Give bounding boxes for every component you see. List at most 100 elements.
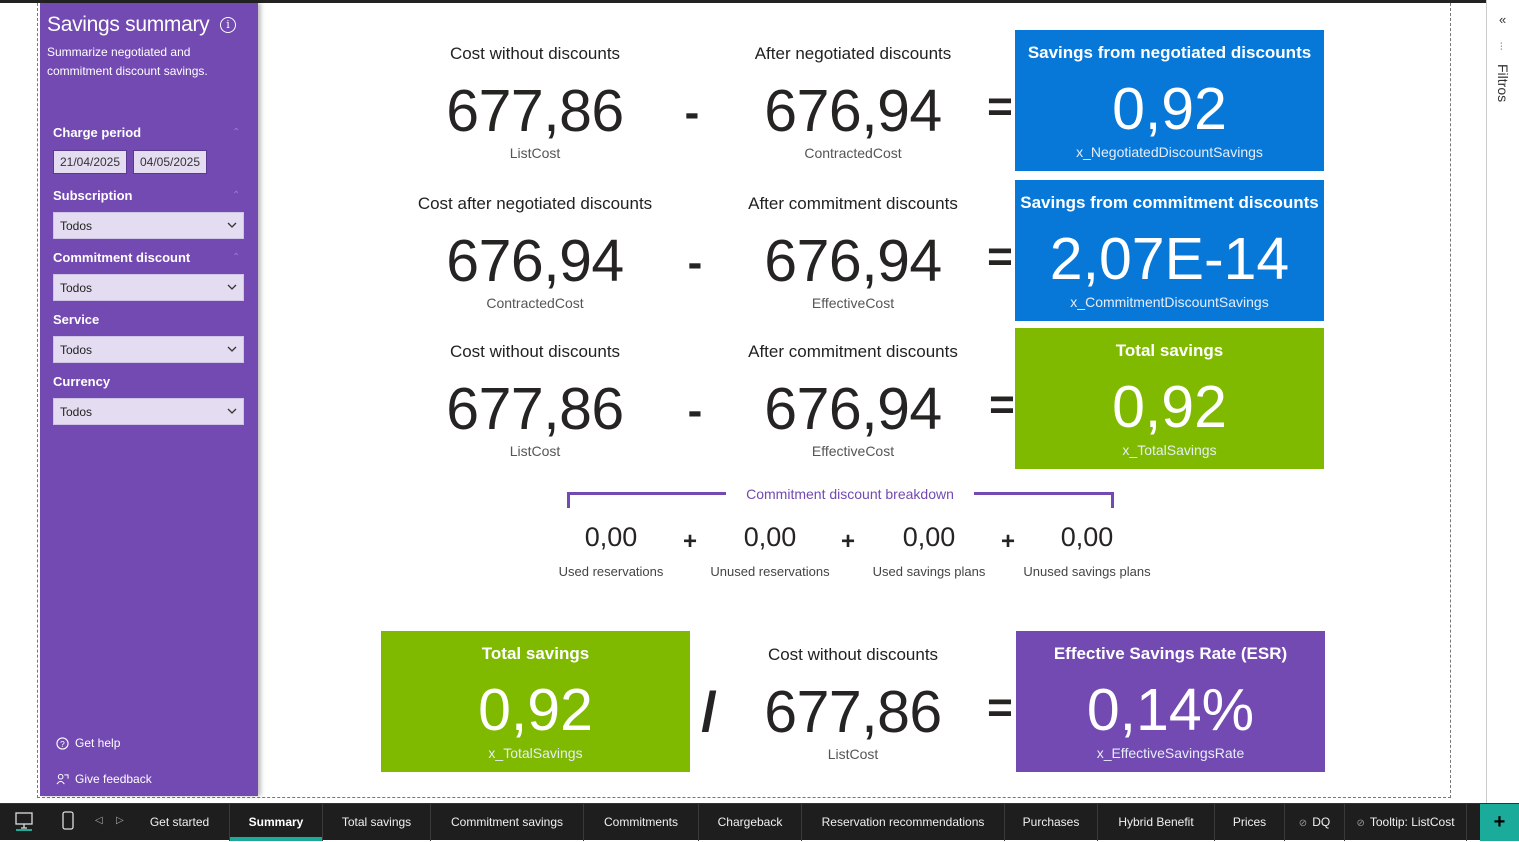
- tab-reservation-recommendations[interactable]: Reservation recommendations: [802, 804, 1005, 841]
- plus-sign: +: [840, 528, 856, 555]
- give-feedback-label: Give feedback: [75, 772, 152, 786]
- row3-left-label: Cost without discounts: [449, 342, 621, 361]
- row1-minus: -: [684, 88, 700, 137]
- subscription-dropdown[interactable]: Todos: [53, 212, 244, 239]
- tab-total-savings[interactable]: Total savings: [323, 804, 431, 841]
- sidebar-subtitle: Summarize negotiated and commitment disc…: [47, 45, 208, 78]
- subscription-value: Todos: [60, 219, 93, 233]
- row3-mid-label: After commitment discounts: [748, 342, 958, 361]
- charge-period-label: Charge period: [53, 125, 142, 140]
- plus-sign: +: [682, 528, 698, 555]
- chevron-up-icon[interactable]: ⌃: [232, 190, 240, 201]
- info-icon[interactable]: i: [220, 17, 236, 33]
- card-title: Total savings: [1115, 341, 1224, 360]
- currency-value: Todos: [60, 405, 93, 419]
- tab-commitments[interactable]: Commitments: [584, 804, 699, 841]
- service-label: Service: [53, 312, 100, 327]
- esr-total-savings-card[interactable]: Total savings 0,92 x_TotalSavings: [381, 631, 690, 772]
- help-icon: ?: [56, 736, 69, 750]
- tab-label: Hybrid Benefit: [1118, 815, 1194, 829]
- row2-left-sub: ContractedCost: [486, 295, 584, 311]
- service-dropdown[interactable]: Todos: [53, 336, 244, 363]
- card-sub: x_EffectiveSavingsRate: [1096, 745, 1245, 761]
- filters-pane[interactable]: « ⫶ Filtros: [1486, 0, 1519, 803]
- unused-reservations-label: Unused reservations: [710, 564, 830, 579]
- row2-mid-value: 676,94: [764, 228, 942, 294]
- service-value: Todos: [60, 343, 93, 357]
- esr-card[interactable]: Effective Savings Rate (ESR) 0,14% x_Eff…: [1016, 631, 1325, 772]
- give-feedback-link[interactable]: Give feedback: [56, 772, 152, 786]
- used-savings-plans-value: 0,00: [902, 522, 956, 552]
- tab-label: Tooltip: ListCost: [1369, 815, 1455, 829]
- breakdown-title: Commitment discount breakdown: [746, 486, 954, 502]
- row3-equals: =: [989, 380, 1015, 429]
- desktop-view-icon[interactable]: [14, 811, 34, 831]
- card-sub: x_TotalSavings: [488, 745, 583, 761]
- row3-minus: -: [687, 386, 703, 435]
- date-start-input[interactable]: 21/04/2025: [53, 150, 127, 174]
- currency-dropdown[interactable]: Todos: [53, 398, 244, 425]
- tab-purchases[interactable]: Purchases: [1005, 804, 1098, 841]
- filter-icon: ⫶: [1500, 42, 1503, 53]
- tab-prev-icon[interactable]: ◁: [95, 815, 103, 826]
- tab-summary[interactable]: Summary: [230, 804, 323, 841]
- get-help-link[interactable]: ? Get help: [56, 736, 120, 750]
- tab-prices[interactable]: Prices: [1215, 804, 1285, 841]
- card-value: 0,14%: [1086, 677, 1255, 743]
- tab-label: Reservation recommendations: [821, 815, 985, 829]
- card-value: 0,92: [1112, 76, 1227, 142]
- used-reservations-value: 0,00: [584, 522, 638, 552]
- unused-reservations-value: 0,00: [743, 522, 797, 552]
- tab-chargeback[interactable]: Chargeback: [699, 804, 802, 841]
- esr-mid-sub: ListCost: [827, 746, 879, 762]
- total-savings-card[interactable]: Total savings 0,92 x_TotalSavings: [1015, 328, 1324, 469]
- row1-left-label: Cost without discounts: [449, 44, 621, 63]
- add-page-button[interactable]: +: [1480, 804, 1519, 841]
- page-tab-bar: ◁ ▷ Get started Summary Total savings Co…: [0, 803, 1519, 841]
- unused-savings-plans-value: 0,00: [1060, 522, 1114, 552]
- currency-label: Currency: [53, 374, 111, 389]
- filters-pane-label[interactable]: Filtros: [1495, 64, 1511, 102]
- tab-label: Prices: [1232, 815, 1267, 829]
- card-value: 2,07E-14: [1049, 226, 1290, 292]
- plus-sign: +: [1000, 528, 1016, 555]
- card-title: Savings from negotiated discounts: [1027, 43, 1312, 62]
- card-sub: x_CommitmentDiscountSavings: [1070, 294, 1269, 310]
- tab-get-started[interactable]: Get started: [130, 804, 230, 841]
- svg-text:?: ?: [60, 738, 65, 748]
- tab-label: Commitments: [603, 815, 678, 829]
- row3-left-sub: ListCost: [509, 443, 561, 459]
- used-reservations-label: Used reservations: [558, 564, 664, 579]
- date-end-input[interactable]: 04/05/2025: [133, 150, 207, 174]
- esr-equals: =: [987, 683, 1013, 732]
- row3-mid-sub: EffectiveCost: [811, 443, 895, 459]
- chevron-up-icon[interactable]: ⌃: [232, 252, 240, 263]
- commitment-savings-card[interactable]: Savings from commitment discounts 2,07E-…: [1015, 180, 1324, 321]
- tab-commitment-savings[interactable]: Commitment savings: [431, 804, 584, 841]
- commitment-discount-dropdown[interactable]: Todos: [53, 274, 244, 301]
- mobile-view-icon[interactable]: [61, 811, 75, 831]
- feedback-icon: [56, 773, 69, 784]
- collapse-icon[interactable]: «: [1499, 12, 1506, 27]
- commitment-discount-value: Todos: [60, 281, 93, 295]
- row1-mid-value: 676,94: [764, 78, 942, 144]
- get-help-label: Get help: [75, 736, 121, 750]
- tab-tooltip-listcost[interactable]: ⊘ Tooltip: ListCost: [1345, 804, 1467, 841]
- card-title: Savings from commitment discounts: [1020, 193, 1319, 212]
- row1-left-value: 677,86: [446, 78, 624, 144]
- tab-hybrid-benefit[interactable]: Hybrid Benefit: [1098, 804, 1215, 841]
- unused-savings-plans-label: Unused savings plans: [1023, 564, 1151, 579]
- row3-mid-value: 676,94: [764, 376, 942, 442]
- chevron-up-icon[interactable]: ⌃: [232, 127, 240, 138]
- row2-mid-sub: EffectiveCost: [811, 295, 895, 311]
- negotiated-savings-card[interactable]: Savings from negotiated discounts 0,92 x…: [1015, 30, 1324, 171]
- chevron-down-icon: [227, 284, 237, 290]
- tab-next-icon[interactable]: ▷: [116, 815, 124, 826]
- row1-equals: =: [987, 82, 1013, 131]
- row1-mid-sub: ContractedCost: [804, 145, 902, 161]
- tab-label: Purchases: [1022, 815, 1080, 829]
- tab-dq[interactable]: ⊘ DQ: [1285, 804, 1345, 841]
- chevron-down-icon: [227, 346, 237, 352]
- chevron-down-icon: [227, 408, 237, 414]
- tab-label: Chargeback: [717, 815, 783, 829]
